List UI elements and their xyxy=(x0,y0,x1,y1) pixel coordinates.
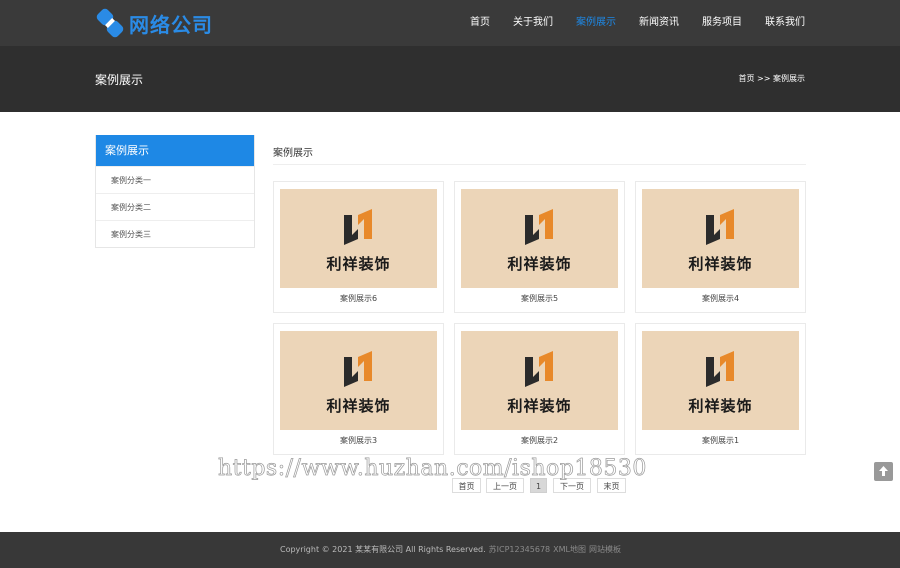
sidebar-title: 案例展示 xyxy=(96,135,254,166)
lixiang-logo-icon xyxy=(706,209,734,245)
case-card[interactable]: 利祥装饰 案例展示1 xyxy=(635,323,806,455)
case-caption[interactable]: 案例展示2 xyxy=(455,435,624,446)
sidebar-item-category-3[interactable]: 案例分类三 xyxy=(96,220,254,247)
top-header: 网络公司 首页 关于我们 案例展示 新闻资讯 服务项目 联系我们 xyxy=(0,0,900,46)
copyright-text: Copyright © 2021 某某有限公司 All Rights Reser… xyxy=(280,545,486,554)
case-thumbnail: 利祥装饰 xyxy=(642,189,799,288)
footer-copyright-line: Copyright © 2021 某某有限公司 All Rights Reser… xyxy=(280,544,621,555)
sidebar: 案例展示 案例分类一 案例分类二 案例分类三 xyxy=(95,135,255,248)
main-nav: 首页 关于我们 案例展示 新闻资讯 服务项目 联系我们 xyxy=(447,0,805,46)
lixiang-logo-icon xyxy=(525,351,553,387)
case-card[interactable]: 利祥装饰 案例展示6 xyxy=(273,181,444,313)
case-thumbnail: 利祥装饰 xyxy=(280,189,437,288)
thumbnail-brand-text: 利祥装饰 xyxy=(688,397,753,415)
case-thumbnail: 利祥装饰 xyxy=(461,189,618,288)
section-title: 案例展示 xyxy=(273,148,313,159)
site-logo[interactable]: 网络公司 xyxy=(95,7,213,39)
case-card[interactable]: 利祥装饰 案例展示3 xyxy=(273,323,444,455)
case-card[interactable]: 利祥装饰 案例展示5 xyxy=(454,181,625,313)
lixiang-logo-icon xyxy=(525,209,553,245)
case-thumbnail: 利祥装饰 xyxy=(280,331,437,430)
thumbnail-brand-text: 利祥装饰 xyxy=(326,397,391,415)
case-caption[interactable]: 案例展示3 xyxy=(274,435,443,446)
lixiang-logo-icon xyxy=(344,351,372,387)
nav-item-cases[interactable]: 案例展示 xyxy=(576,0,616,46)
nav-item-about[interactable]: 关于我们 xyxy=(513,0,553,46)
thumbnail-brand-text: 利祥装饰 xyxy=(507,255,572,273)
sidebar-item-category-1[interactable]: 案例分类一 xyxy=(96,166,254,193)
thumbnail-brand-text: 利祥装饰 xyxy=(507,397,572,415)
nav-item-home[interactable]: 首页 xyxy=(470,0,490,46)
breadcrumb[interactable]: 首页 >> 案例展示 xyxy=(739,73,806,84)
nav-item-services[interactable]: 服务项目 xyxy=(702,0,742,46)
case-thumbnail: 利祥装饰 xyxy=(642,331,799,430)
case-caption[interactable]: 案例展示1 xyxy=(636,435,805,446)
site-footer: Copyright © 2021 某某有限公司 All Rights Reser… xyxy=(0,532,900,568)
footer-link-template[interactable]: 网站模板 xyxy=(589,545,621,554)
case-thumbnail: 利祥装饰 xyxy=(461,331,618,430)
case-caption[interactable]: 案例展示4 xyxy=(636,293,805,304)
case-card[interactable]: 利祥装饰 案例展示2 xyxy=(454,323,625,455)
logo-text: 网络公司 xyxy=(129,12,213,37)
nav-item-contact[interactable]: 联系我们 xyxy=(765,0,805,46)
section-divider xyxy=(273,164,806,165)
watermark-text: https://www.huzhan.com/ishop18530 xyxy=(218,456,647,482)
page-banner: 案例展示 首页 >> 案例展示 xyxy=(0,46,900,112)
brand-logo-icon xyxy=(96,8,124,38)
thumbnail-brand-text: 利祥装饰 xyxy=(326,255,391,273)
icp-link[interactable]: 苏ICP12345678 xyxy=(489,545,551,554)
back-to-top-button[interactable] xyxy=(874,462,893,481)
footer-link-sitemap[interactable]: XML地图 xyxy=(553,545,586,554)
case-caption[interactable]: 案例展示5 xyxy=(455,293,624,304)
case-caption[interactable]: 案例展示6 xyxy=(274,293,443,304)
case-card[interactable]: 利祥装饰 案例展示4 xyxy=(635,181,806,313)
arrow-up-icon xyxy=(879,466,888,476)
page-title: 案例展示 xyxy=(95,73,144,87)
thumbnail-brand-text: 利祥装饰 xyxy=(688,255,753,273)
lixiang-logo-icon xyxy=(706,351,734,387)
sidebar-item-category-2[interactable]: 案例分类二 xyxy=(96,193,254,220)
lixiang-logo-icon xyxy=(344,209,372,245)
nav-item-news[interactable]: 新闻资讯 xyxy=(639,0,679,46)
